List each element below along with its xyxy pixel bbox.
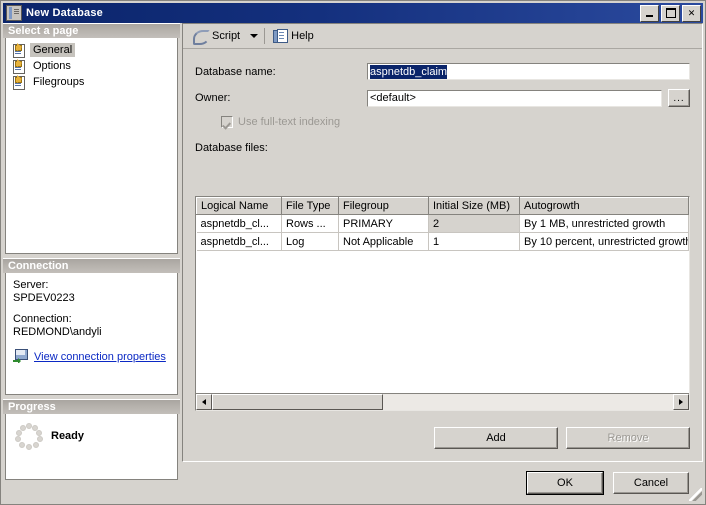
scroll-left-button[interactable] bbox=[196, 394, 212, 410]
dialog-footer: OK Cancel bbox=[3, 464, 703, 502]
connection-header: Connection bbox=[3, 258, 180, 273]
connection-panel: Server: SPDEV0223 Connection: REDMOND\an… bbox=[5, 273, 178, 395]
add-button[interactable]: Add bbox=[434, 427, 558, 449]
minimize-button[interactable] bbox=[640, 4, 659, 22]
page-icon bbox=[12, 43, 27, 58]
sidebar-item-general[interactable]: General bbox=[10, 42, 175, 58]
cell-initial-size[interactable]: 1 bbox=[428, 232, 520, 251]
cell-autogrowth[interactable]: By 10 percent, unrestricted growth bbox=[519, 232, 689, 251]
owner-row: Owner: <default> ... bbox=[195, 89, 690, 107]
toolbar-separator bbox=[264, 28, 266, 44]
view-connection-properties-link[interactable]: View connection properties bbox=[34, 351, 166, 363]
cell-logical-name[interactable]: aspnetdb_cl... bbox=[196, 232, 282, 251]
sidebar-item-label: Filegroups bbox=[33, 76, 85, 88]
cell-file-type[interactable]: Rows ... bbox=[281, 214, 339, 233]
sidebar-item-label: General bbox=[30, 43, 76, 57]
help-button[interactable]: Help bbox=[269, 26, 318, 46]
arrow-left-icon bbox=[202, 399, 206, 405]
title-bar: New Database ✕ bbox=[3, 3, 703, 23]
server-label: Server: bbox=[13, 279, 49, 291]
script-button[interactable]: Script bbox=[189, 26, 244, 46]
main-panel: Script Help Database name: aspnetdb_clai… bbox=[182, 23, 703, 462]
maximize-button[interactable] bbox=[661, 4, 680, 22]
toolbar: Script Help bbox=[183, 24, 702, 49]
ok-button[interactable]: OK bbox=[526, 471, 604, 495]
server-value: SPDEV0223 bbox=[13, 292, 75, 304]
cell-logical-name[interactable]: aspnetdb_cl... bbox=[196, 214, 282, 233]
owner-browse-button[interactable]: ... bbox=[668, 89, 690, 107]
scrollbar-thumb[interactable] bbox=[212, 394, 383, 410]
column-header-file-type[interactable]: File Type bbox=[281, 197, 339, 215]
sidebar-item-label: Options bbox=[33, 60, 71, 72]
cell-file-type[interactable]: Log bbox=[281, 232, 339, 251]
page-list-panel: General Options Filegroups bbox=[5, 38, 178, 254]
grid-viewport: Logical Name File Type Filegroup Initial… bbox=[196, 197, 689, 393]
script-label: Script bbox=[212, 30, 241, 42]
database-window-icon bbox=[6, 5, 22, 21]
grid-horizontal-scrollbar[interactable] bbox=[196, 393, 689, 410]
scroll-right-button[interactable] bbox=[673, 394, 689, 410]
minimize-icon bbox=[641, 6, 658, 21]
database-name-label: Database name: bbox=[195, 65, 276, 78]
maximize-icon bbox=[662, 6, 679, 21]
files-table: Logical Name File Type Filegroup Initial… bbox=[196, 197, 689, 251]
fulltext-indexing-label: Use full-text indexing bbox=[238, 116, 341, 128]
fulltext-indexing-checkbox bbox=[221, 116, 233, 128]
column-header-autogrowth[interactable]: Autogrowth bbox=[519, 197, 689, 215]
sidebar-item-options[interactable]: Options bbox=[10, 58, 175, 74]
chevron-down-icon[interactable] bbox=[250, 34, 259, 38]
column-header-logical-name[interactable]: Logical Name bbox=[196, 197, 282, 215]
close-icon: ✕ bbox=[687, 7, 696, 18]
page-list: General Options Filegroups bbox=[6, 38, 177, 94]
help-icon bbox=[273, 29, 289, 43]
help-label: Help bbox=[291, 30, 314, 42]
owner-label: Owner: bbox=[195, 92, 231, 104]
cell-initial-size[interactable]: 2 bbox=[428, 214, 520, 233]
table-row[interactable]: aspnetdb_cl... Rows ... PRIMARY 2 By 1 M… bbox=[196, 214, 689, 233]
connection-properties-icon bbox=[13, 349, 29, 364]
table-header-row: Logical Name File Type Filegroup Initial… bbox=[196, 197, 689, 215]
cell-filegroup[interactable]: PRIMARY bbox=[338, 214, 429, 233]
connection-value: REDMOND\andyli bbox=[13, 326, 102, 338]
fulltext-indexing-row: Use full-text indexing bbox=[221, 116, 690, 128]
close-button[interactable]: ✕ bbox=[682, 4, 701, 22]
left-panel: Select a page General Options Filegroups… bbox=[3, 23, 180, 502]
progress-status: Ready bbox=[51, 430, 85, 442]
database-name-value: aspnetdb_claim bbox=[370, 64, 448, 79]
cancel-button[interactable]: Cancel bbox=[613, 472, 689, 494]
database-name-row: Database name: aspnetdb_claim bbox=[195, 63, 690, 80]
remove-button: Remove bbox=[566, 427, 690, 449]
general-form: Database name: aspnetdb_claim Owner: <de… bbox=[183, 49, 702, 128]
database-files-grid: Logical Name File Type Filegroup Initial… bbox=[195, 196, 690, 411]
page-icon bbox=[12, 75, 27, 90]
window-controls: ✕ bbox=[640, 4, 701, 22]
script-icon bbox=[193, 29, 210, 45]
grid-buttons: Add Remove bbox=[434, 427, 690, 449]
column-header-initial-size[interactable]: Initial Size (MB) bbox=[428, 197, 520, 215]
spinner-icon bbox=[13, 422, 43, 450]
page-icon bbox=[12, 59, 27, 74]
cell-filegroup[interactable]: Not Applicable bbox=[338, 232, 429, 251]
database-files-label: Database files: bbox=[195, 142, 268, 154]
owner-input[interactable]: <default> bbox=[367, 89, 662, 107]
column-header-filegroup[interactable]: Filegroup bbox=[338, 197, 429, 215]
window-title: New Database bbox=[26, 7, 103, 19]
table-row[interactable]: aspnetdb_cl... Log Not Applicable 1 By 1… bbox=[196, 232, 689, 251]
select-page-header: Select a page bbox=[3, 23, 180, 38]
scrollbar-track[interactable] bbox=[212, 394, 673, 410]
arrow-right-icon bbox=[679, 399, 683, 405]
database-name-input[interactable]: aspnetdb_claim bbox=[367, 63, 690, 80]
progress-header: Progress bbox=[3, 399, 180, 414]
cell-autogrowth[interactable]: By 1 MB, unrestricted growth bbox=[519, 214, 689, 233]
sidebar-item-filegroups[interactable]: Filegroups bbox=[10, 74, 175, 90]
new-database-dialog: New Database ✕ Select a page General Opt… bbox=[0, 0, 706, 505]
connection-label: Connection: bbox=[13, 313, 72, 325]
